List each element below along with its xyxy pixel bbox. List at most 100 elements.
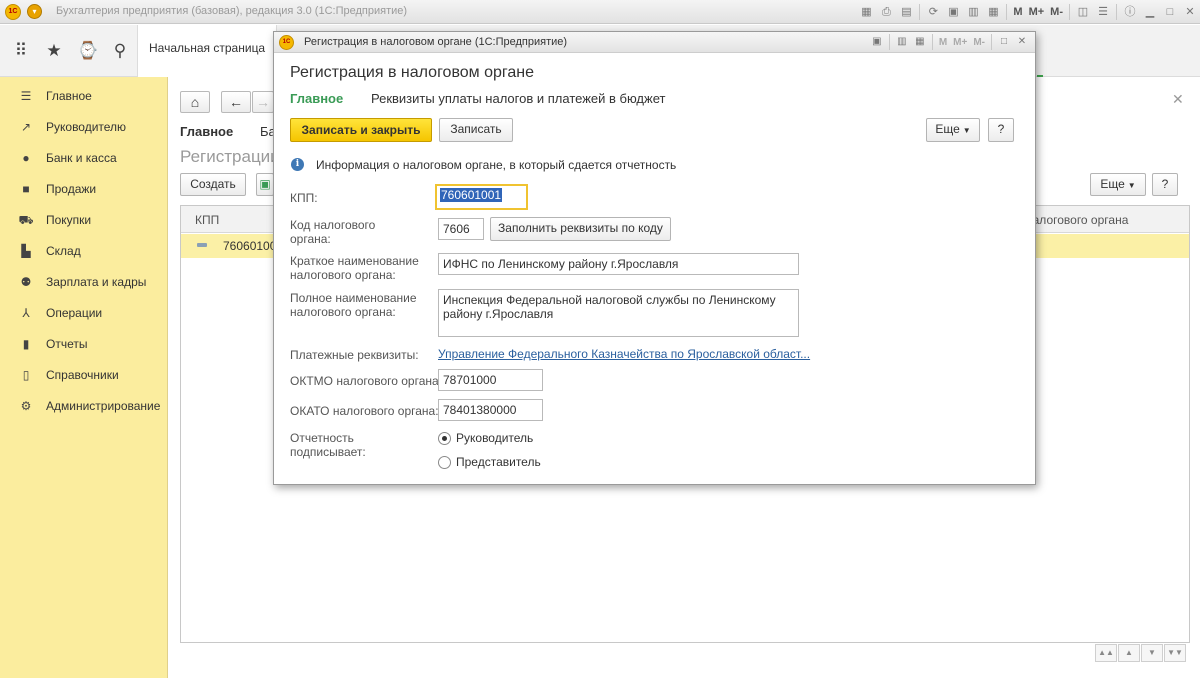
radio-checked-icon: [438, 431, 451, 445]
search-icon[interactable]: ⚲: [108, 39, 132, 63]
sidebar-item-label: Главное: [46, 89, 92, 103]
memory-plus-button[interactable]: M+: [1026, 6, 1048, 18]
maximize-icon[interactable]: □: [996, 34, 1012, 50]
forward-button[interactable]: →: [252, 91, 274, 113]
more-label: Еще: [1100, 177, 1125, 191]
short-name-field[interactable]: ИФНС по Ленинскому району г.Ярославля: [438, 253, 799, 275]
signer-option-representative[interactable]: Представитель: [438, 455, 541, 469]
minimize-icon[interactable]: ▁: [1141, 3, 1159, 21]
column-header-tax-office[interactable]: налогового органа: [1026, 213, 1128, 227]
info-text: Информация о налоговом органе, в который…: [316, 158, 677, 172]
calculator-icon[interactable]: ▦: [984, 3, 1002, 21]
memory-plus-button[interactable]: M+: [950, 37, 970, 48]
dialog-more-button[interactable]: Еще ▼: [926, 118, 980, 142]
signer-option-director[interactable]: Руководитель: [438, 431, 533, 445]
sidebar-item-reports[interactable]: ▮ Отчеты: [0, 331, 168, 357]
tab-payment-requisites[interactable]: Реквизиты уплаты налогов и платежей в бю…: [371, 91, 665, 106]
chevron-down-icon: ▼: [962, 126, 971, 135]
separator: [991, 34, 992, 50]
signer-option-director-label: Руководитель: [456, 431, 534, 445]
sidebar-item-salary[interactable]: ⚉ Зарплата и кадры: [0, 269, 168, 295]
favorites-star-icon[interactable]: ★: [42, 39, 66, 63]
dialog-help-button[interactable]: ?: [988, 118, 1014, 142]
separator: [919, 4, 921, 20]
scroll-down-icon[interactable]: ▼: [1141, 644, 1163, 662]
history-icon[interactable]: ⌚: [76, 39, 100, 63]
home-button[interactable]: ⌂: [180, 91, 210, 113]
kpp-field[interactable]: 760601001: [435, 184, 528, 210]
scroll-up-icon[interactable]: ▲: [1118, 644, 1140, 662]
record-icon: [197, 243, 207, 247]
memory-button[interactable]: M: [1010, 6, 1025, 18]
save-button[interactable]: Записать: [439, 118, 513, 142]
apps-grid-icon[interactable]: ⠿: [9, 39, 33, 63]
calendar-icon[interactable]: ▥: [964, 3, 982, 21]
column-header-kpp[interactable]: КПП: [195, 213, 219, 227]
okato-field[interactable]: 78401380000: [438, 399, 543, 421]
scroll-last-icon[interactable]: ▼▼: [1164, 644, 1186, 662]
panels-icon[interactable]: ◫: [1074, 3, 1092, 21]
save-and-close-button[interactable]: Записать и закрыть: [290, 118, 432, 142]
home-icon: ⌂: [190, 94, 200, 110]
payment-requisites-link[interactable]: Управление Федерального Казначейства по …: [438, 347, 810, 361]
info-icon: i: [291, 158, 304, 171]
fill-by-code-button[interactable]: Заполнить реквизиты по коду: [490, 217, 671, 241]
link-icon[interactable]: ▣: [869, 34, 885, 50]
refresh-icon[interactable]: ⟳: [924, 3, 942, 21]
calculator-icon[interactable]: ▦: [912, 34, 928, 50]
tab-main[interactable]: Главное: [290, 91, 343, 106]
operations-icon: ⅄: [22, 306, 30, 320]
memory-button[interactable]: M: [936, 37, 950, 48]
tax-registration-dialog: 1С Регистрация в налоговом органе (1С:Пр…: [273, 31, 1036, 485]
separator: [931, 34, 933, 50]
full-name-field[interactable]: Инспекция Федеральной налоговой службы п…: [438, 289, 799, 337]
sidebar-item-purchases[interactable]: ⛟ Покупки: [0, 207, 168, 233]
copy-button[interactable]: ▣: [256, 173, 274, 196]
settings-icon[interactable]: ☰: [1094, 3, 1112, 21]
sidebar-item-admin[interactable]: ⚙ Администрирование: [0, 393, 168, 419]
close-form-icon[interactable]: ✕: [1172, 91, 1184, 108]
scroll-first-icon[interactable]: ▲▲: [1095, 644, 1117, 662]
print-icon[interactable]: ⎙: [877, 3, 895, 21]
breadcrumb-main[interactable]: Главное: [180, 124, 233, 139]
titlebar-tools: ▦ ⎙ ▤ ⟳ ▣ ▥ ▦ M M+ M- ◫ ☰ ⓘ ▁ □ ✕: [856, 0, 1200, 24]
help-button[interactable]: ?: [1152, 173, 1178, 196]
grid-icon[interactable]: ▦: [857, 3, 875, 21]
create-button[interactable]: Создать: [180, 173, 246, 196]
back-button[interactable]: ←: [221, 91, 251, 113]
dialog-body: Регистрация в налоговом органе Главное Р…: [274, 54, 1035, 484]
memory-minus-button[interactable]: M-: [1047, 6, 1066, 18]
app-logo-icon: 1С: [5, 4, 21, 20]
chart-icon: ▮: [22, 337, 30, 351]
sidebar-item-directories[interactable]: ▯ Справочники: [0, 362, 168, 388]
memory-minus-button[interactable]: M-: [970, 37, 988, 48]
dialog-window-title: Регистрация в налоговом органе (1С:Предп…: [304, 36, 568, 48]
info-menu-icon[interactable]: ⓘ: [1121, 3, 1139, 21]
more-button[interactable]: Еще ▼: [1090, 173, 1146, 196]
sidebar-item-sales[interactable]: ■ Продажи: [0, 176, 168, 202]
close-icon[interactable]: ✕: [1181, 3, 1199, 21]
page-title: Регистрации: [180, 147, 280, 166]
document-icon[interactable]: ▣: [944, 3, 962, 21]
oktmo-label: ОКТМО налогового органа:: [290, 374, 443, 388]
sidebar-item-label: Справочники: [46, 368, 119, 382]
maximize-icon[interactable]: □: [1161, 3, 1179, 21]
main-menu-icon[interactable]: ▾: [27, 4, 42, 19]
save-icon[interactable]: ▤: [897, 3, 915, 21]
sidebar-item-manager[interactable]: ↗ Руководителю: [0, 114, 168, 140]
sidebar-item-bank[interactable]: ● Банк и касса: [0, 145, 168, 171]
sidebar-item-warehouse[interactable]: ▙ Склад: [0, 238, 168, 264]
tab-home-page[interactable]: Начальная страница: [137, 25, 277, 77]
oktmo-field[interactable]: 78701000: [438, 369, 543, 391]
close-icon[interactable]: ✕: [1014, 34, 1030, 50]
arrow-right-icon: →: [256, 94, 270, 110]
code-field[interactable]: 7606: [438, 218, 484, 240]
sidebar-item-operations[interactable]: ⅄ Операции: [0, 300, 168, 326]
sidebar-item-main[interactable]: ☰ Главное: [0, 83, 168, 109]
full-name-label: Полное наименование налогового органа:: [290, 291, 417, 319]
dialog-titlebar-tools: ▣ ▥ ▦ M M+ M- □ ✕: [868, 34, 1031, 50]
sidebar-item-label: Банк и касса: [46, 151, 117, 165]
copy-icon: ▣: [259, 177, 271, 191]
calendar-icon[interactable]: ▥: [894, 34, 910, 50]
gear-icon: ⚙: [20, 399, 32, 413]
